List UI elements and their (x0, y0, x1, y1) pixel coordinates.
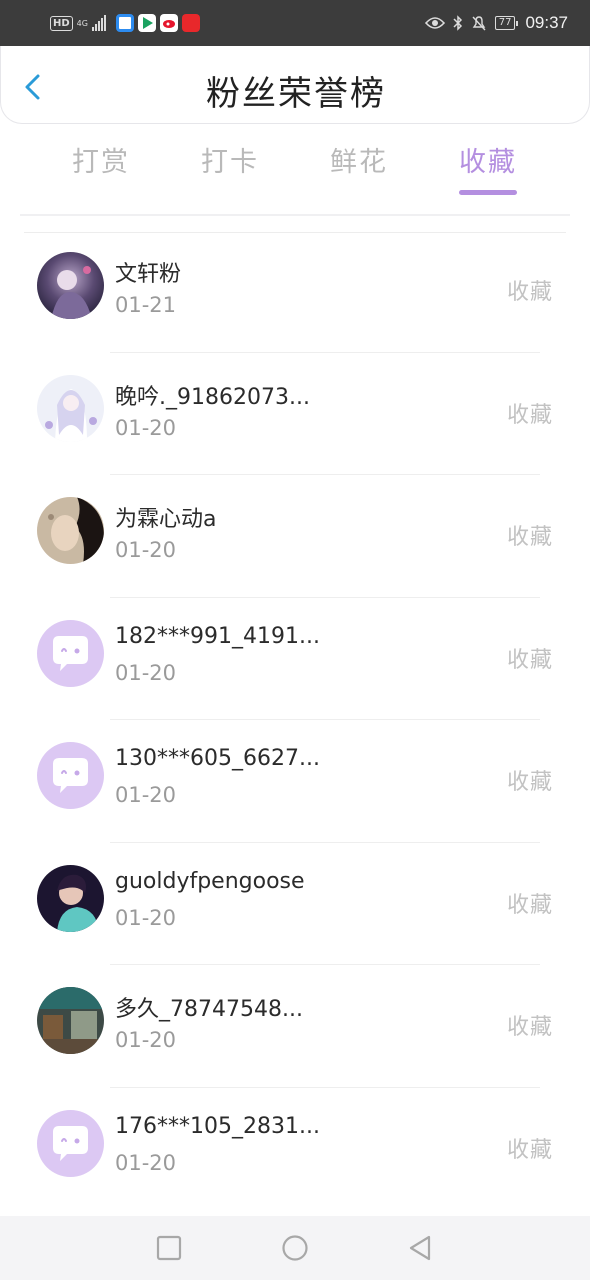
signal-icon (91, 15, 106, 31)
fan-name: 182***991_4191... (115, 623, 320, 649)
tab-flowers[interactable]: 鲜花 (309, 140, 409, 179)
tab-bar: 打赏 打卡 鲜花 收藏 (0, 140, 590, 200)
list-item[interactable]: 130***605_6627... 01-20 收藏 (0, 720, 590, 843)
chat-bubble-icon (37, 619, 104, 687)
action-label: 收藏 (506, 892, 553, 918)
status-bar: HD 4G 77 09:37 (0, 0, 590, 46)
status-left: HD 4G (50, 13, 200, 33)
fan-date: 01-20 (115, 1028, 177, 1052)
tab-reward[interactable]: 打赏 (51, 140, 151, 179)
tab-checkin[interactable]: 打卡 (180, 140, 280, 179)
list-item[interactable]: 多久_78747548... 01-20 收藏 (0, 965, 590, 1088)
square-recent-icon[interactable] (154, 1233, 184, 1263)
app-icon-player (137, 14, 156, 32)
fan-name: 多久_78747548... (115, 997, 303, 1022)
list-item[interactable]: guoldyfpengoose 01-20 收藏 (0, 843, 590, 965)
fan-date: 01-20 (115, 1150, 177, 1175)
list-item[interactable]: 为霖心动a 01-20 收藏 (0, 475, 590, 598)
bluetooth-icon (453, 15, 462, 31)
battery-icon: 77 (494, 16, 519, 30)
avatar[interactable] (37, 374, 104, 442)
fan-name: 176***105_2831... (115, 1113, 320, 1139)
fan-name: 文轩粉 (115, 262, 182, 287)
system-nav-bar (0, 1216, 590, 1280)
avatar[interactable] (37, 1109, 104, 1177)
avatar[interactable] (37, 742, 104, 809)
fan-list: 文轩粉 01-21 收藏 晚吟._91862073... 01-20 收藏 为霖… (0, 230, 590, 1210)
action-label: 收藏 (506, 402, 553, 428)
fan-date: 01-21 (115, 293, 177, 317)
page-title: 粉丝荣誉榜 (206, 74, 386, 114)
fan-name: 130***605_6627... (115, 746, 320, 771)
status-time: 09:37 (525, 13, 568, 32)
fan-name: 晚吟._91862073... (115, 384, 310, 410)
divider (20, 214, 570, 216)
network-type: 4G (76, 18, 88, 28)
eye-icon (424, 17, 445, 29)
fan-name: guoldyfpengoose (115, 868, 305, 894)
action-label: 收藏 (506, 280, 553, 305)
list-item[interactable]: 182***991_4191... 01-20 收藏 (0, 598, 590, 720)
action-label: 收藏 (506, 525, 553, 550)
app-icon-xiaohongshu (181, 14, 200, 32)
status-right: 77 09:37 (424, 12, 568, 34)
fan-date: 01-20 (115, 415, 177, 440)
action-label: 收藏 (506, 1137, 553, 1163)
mute-bell-icon (472, 16, 486, 31)
avatar[interactable] (37, 987, 104, 1054)
app-icon-weibo (159, 14, 178, 32)
app-icon-browser (115, 14, 134, 32)
avatar[interactable] (37, 497, 104, 564)
avatar[interactable] (37, 864, 104, 932)
list-item[interactable]: 晚吟._91862073... 01-20 收藏 (0, 353, 590, 475)
chat-bubble-icon (37, 742, 104, 809)
circle-home-icon[interactable] (280, 1233, 310, 1263)
action-label: 收藏 (506, 647, 553, 673)
action-label: 收藏 (506, 770, 553, 795)
fan-date: 01-20 (115, 660, 177, 685)
hd-icon: HD (50, 15, 73, 31)
tab-favorites[interactable]: 收藏 (438, 140, 538, 179)
page-header: 粉丝荣誉榜 (0, 46, 590, 124)
fan-date: 01-20 (115, 538, 177, 562)
chat-bubble-icon (37, 1109, 104, 1177)
fan-name: 为霖心动a (115, 507, 217, 532)
fan-date: 01-20 (115, 905, 177, 930)
active-tab-indicator (459, 190, 517, 195)
avatar[interactable] (37, 619, 104, 687)
action-label: 收藏 (506, 1015, 553, 1040)
avatar[interactable] (37, 252, 104, 319)
divider (24, 232, 566, 233)
triangle-back-icon[interactable] (405, 1233, 435, 1263)
list-item[interactable]: 176***105_2831... 01-20 收藏 (0, 1088, 590, 1211)
list-item[interactable]: 文轩粉 01-21 收藏 (0, 230, 590, 353)
fan-date: 01-20 (115, 783, 177, 807)
